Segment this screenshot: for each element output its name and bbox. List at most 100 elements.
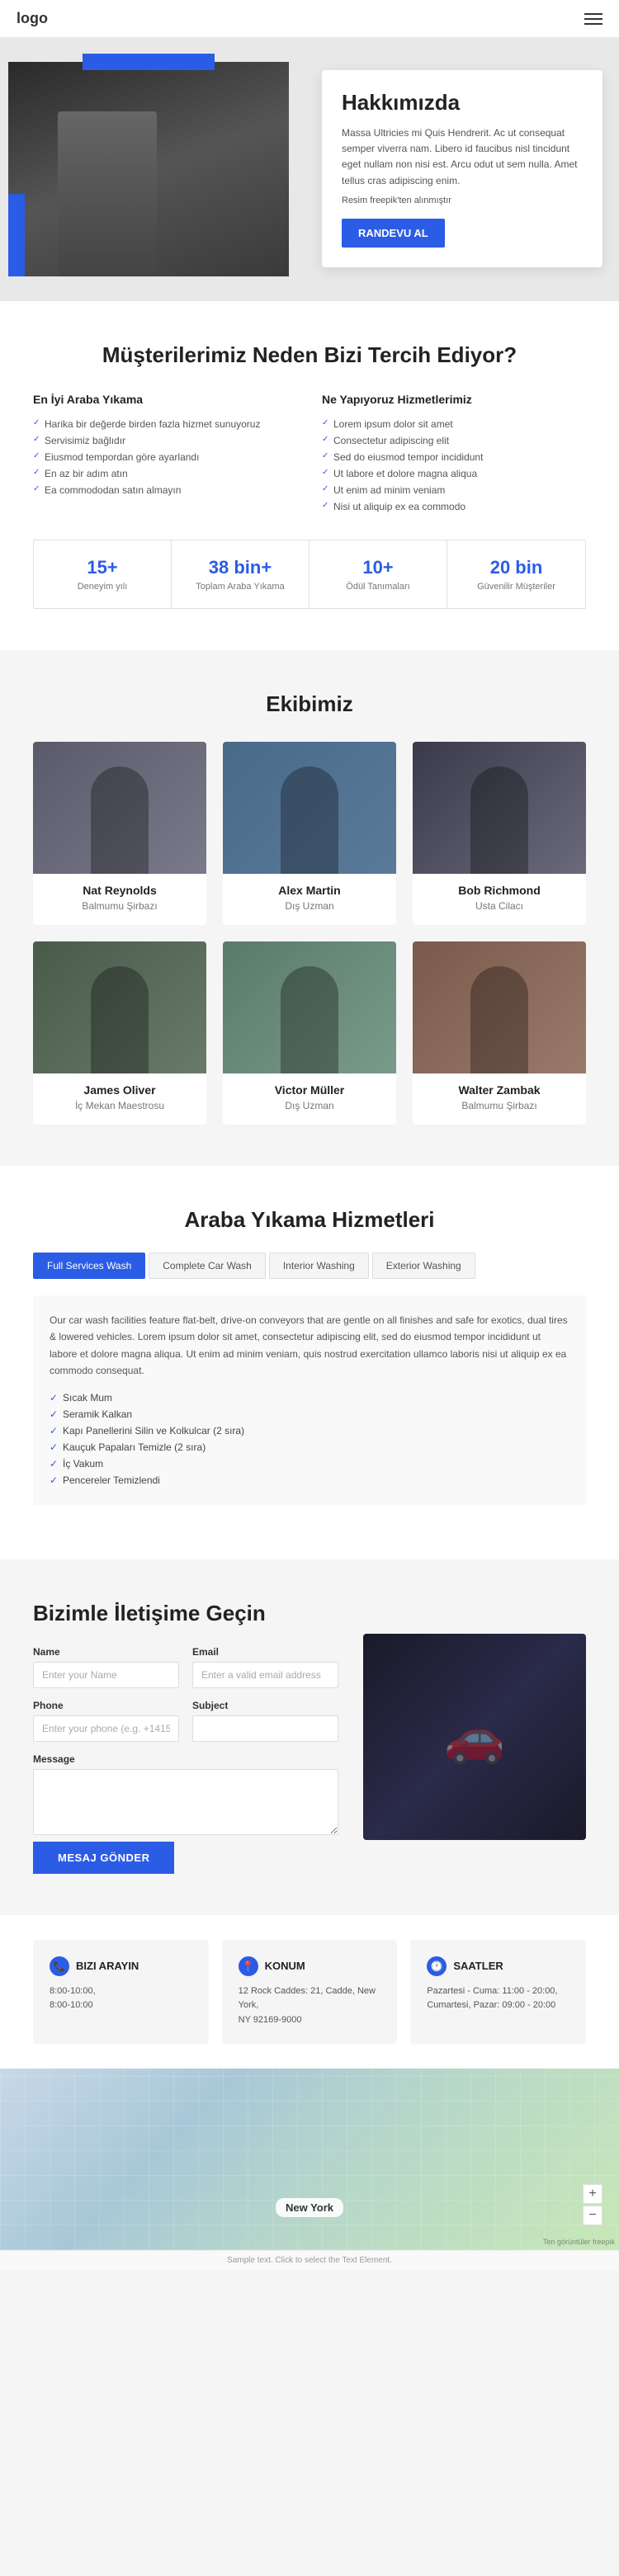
tab-interior-washing[interactable]: Interior Washing xyxy=(269,1253,369,1279)
team-name-bob: Bob Richmond xyxy=(413,884,586,897)
map-zoom-in[interactable]: + xyxy=(583,2184,602,2204)
service-feature-1: Seramik Kalkan xyxy=(50,1406,569,1422)
hero-section: Hakkımızda Massa Ultricies mi Quis Hendr… xyxy=(0,37,619,301)
sample-footer-text: Sample text. Click to select the Text El… xyxy=(227,2256,392,2265)
team-role-alex: Dış Uzman xyxy=(223,900,396,912)
header: logo xyxy=(0,0,619,37)
team-photo-james xyxy=(33,941,206,1073)
tab-full-services[interactable]: Full Services Wash xyxy=(33,1253,145,1279)
list-item: Ea commododan satın almayın xyxy=(33,482,297,498)
contact-form-container: Bizimle İletişime Geçin Name Email Phone… xyxy=(33,1601,338,1874)
hero-person-silhouette xyxy=(58,111,157,276)
team-role-bob: Usta Cilacı xyxy=(413,900,586,912)
contact-title: Bizimle İletişime Geçin xyxy=(33,1601,338,1626)
team-name-james: James Oliver xyxy=(33,1083,206,1097)
why-us-col-1: En İyi Araba Yıkama Harika bir değerde b… xyxy=(33,393,297,515)
info-cards-section: 📞 BIZI ARAYIN 8:00-10:00, 8:00-10:00 📍 K… xyxy=(0,1915,619,2069)
hero-background-image xyxy=(8,62,289,276)
message-input[interactable] xyxy=(33,1769,338,1835)
list-item: Consectetur adipiscing elit xyxy=(322,432,586,449)
email-input[interactable] xyxy=(192,1662,338,1688)
name-field-group: Name xyxy=(33,1646,179,1688)
list-item: Servisimiz bağlıdır xyxy=(33,432,297,449)
service-feature-3: Kauçuk Papaları Temizle (2 sıra) xyxy=(50,1439,569,1455)
service-feature-5: Pencereler Temizlendi xyxy=(50,1472,569,1489)
service-description: Our car wash facilities feature flat-bel… xyxy=(50,1312,569,1380)
list-item: Lorem ipsum dolor sit amet xyxy=(322,416,586,432)
info-card-location: 📍 KONUM 12 Rock Caddes: 21, Cadde, New Y… xyxy=(222,1940,398,2045)
hero-title: Hakkımızda xyxy=(342,90,583,116)
stat-label-washes: Toplam Araba Yıkama xyxy=(188,582,292,592)
map-section[interactable]: New York + − Ten görüntüler freepik xyxy=(0,2069,619,2250)
location-icon: 📍 xyxy=(239,1956,258,1976)
phone-icon: 📞 xyxy=(50,1956,69,1976)
email-label: Email xyxy=(192,1646,338,1658)
list-item: Ut enim ad minim veniam xyxy=(322,482,586,498)
why-us-col1-title: En İyi Araba Yıkama xyxy=(33,393,297,406)
info-card-phone: 📞 BIZI ARAYIN 8:00-10:00, 8:00-10:00 xyxy=(33,1940,209,2045)
contact-car-image-container xyxy=(363,1601,586,1874)
tab-exterior-washing[interactable]: Exterior Washing xyxy=(372,1253,475,1279)
map-zoom-out[interactable]: − xyxy=(583,2206,602,2225)
info-phone-title: BIZI ARAYIN xyxy=(76,1960,139,1972)
why-us-col-2: Ne Yapıyoruz Hizmetlerimiz Lorem ipsum d… xyxy=(322,393,586,515)
team-photo-bob xyxy=(413,742,586,874)
email-field-group: Email xyxy=(192,1646,338,1688)
subject-input[interactable] xyxy=(192,1715,338,1742)
hero-description: Massa Ultricies mi Quis Hendrerit. Ac ut… xyxy=(342,125,583,189)
team-role-nat: Balmumu Şirbazı xyxy=(33,900,206,912)
info-phone-line1: 8:00-10:00, xyxy=(50,1984,192,1999)
team-card-4: Victor Müller Dış Uzman xyxy=(223,941,396,1125)
info-hours-line2: Cumartesi, Pazar: 09:00 - 20:00 xyxy=(427,1998,569,2013)
team-card-2: Bob Richmond Usta Cilacı xyxy=(413,742,586,925)
team-role-james: İç Mekan Maestrosu xyxy=(33,1100,206,1111)
hamburger-menu[interactable] xyxy=(584,13,602,25)
team-title: Ekibimiz xyxy=(33,691,586,717)
service-feature-2: Kapı Panellerini Silin ve Kolkulcar (2 s… xyxy=(50,1422,569,1439)
list-item: Ut labore et dolore magna aliqua xyxy=(322,465,586,482)
service-features-list: Sıcak Mum Seramik Kalkan Kapı Panellerin… xyxy=(50,1389,569,1489)
name-input[interactable] xyxy=(33,1662,179,1688)
submit-button[interactable]: MESAJ GÖNDER xyxy=(33,1842,174,1874)
stats-row: 15+ Deneyim yılı 38 bin+ Toplam Araba Yı… xyxy=(33,540,586,609)
stat-customers: 20 bin Güvenilir Müşteriler xyxy=(447,540,585,608)
info-hours-title: SAATLER xyxy=(453,1960,503,1972)
team-section: Ekibimiz Nat Reynolds Balmumu Şirbazı Al… xyxy=(0,650,619,1166)
phone-field-group: Phone xyxy=(33,1700,179,1742)
why-us-col1-list: Harika bir değerde birden fazla hizmet s… xyxy=(33,416,297,498)
contact-car-image xyxy=(363,1634,586,1840)
stat-experience: 15+ Deneyim yılı xyxy=(34,540,172,608)
tab-complete-car-wash[interactable]: Complete Car Wash xyxy=(149,1253,266,1279)
team-card-1: Alex Martin Dış Uzman xyxy=(223,742,396,925)
service-feature-4: İç Vakum xyxy=(50,1455,569,1472)
team-card-5: Walter Zambak Balmumu Şirbazı xyxy=(413,941,586,1125)
team-name-victor: Victor Müller xyxy=(223,1083,396,1097)
phone-input[interactable] xyxy=(33,1715,179,1742)
team-photo-nat xyxy=(33,742,206,874)
appointment-button[interactable]: RANDEVU AL xyxy=(342,219,445,248)
list-item: Sed do eiusmod tempor incididunt xyxy=(322,449,586,465)
name-label: Name xyxy=(33,1646,179,1658)
team-card-0: Nat Reynolds Balmumu Şirbazı xyxy=(33,742,206,925)
team-photo-victor xyxy=(223,941,396,1073)
team-role-victor: Dış Uzman xyxy=(223,1100,396,1111)
service-content: Our car wash facilities feature flat-bel… xyxy=(33,1295,586,1505)
subject-field-group: Subject xyxy=(192,1700,338,1742)
services-tabs: Full Services Wash Complete Car Wash Int… xyxy=(33,1253,586,1279)
clock-icon: 🕐 xyxy=(427,1956,447,1976)
sample-footer: Sample text. Click to select the Text El… xyxy=(0,2250,619,2270)
why-us-title: Müşterilerimiz Neden Bizi Tercih Ediyor? xyxy=(33,342,586,368)
contact-section: Bizimle İletişime Geçin Name Email Phone… xyxy=(0,1559,619,1915)
stat-num-awards: 10+ xyxy=(326,557,430,578)
logo: logo xyxy=(17,10,48,27)
stat-label-awards: Ödül Tanımaları xyxy=(326,582,430,592)
map-controls: + − xyxy=(583,2184,602,2225)
stat-label-customers: Güvenilir Müşteriler xyxy=(464,582,569,592)
map-city-label: New York xyxy=(276,2198,343,2217)
stat-num-washes: 38 bin+ xyxy=(188,557,292,578)
info-location-title: KONUM xyxy=(265,1960,305,1972)
stat-washes: 38 bin+ Toplam Araba Yıkama xyxy=(172,540,310,608)
list-item: Nisi ut aliquip ex ea commodo xyxy=(322,498,586,515)
map-watermark: Ten görüntüler freepik xyxy=(543,2238,615,2246)
info-phone-line2: 8:00-10:00 xyxy=(50,1998,192,2013)
